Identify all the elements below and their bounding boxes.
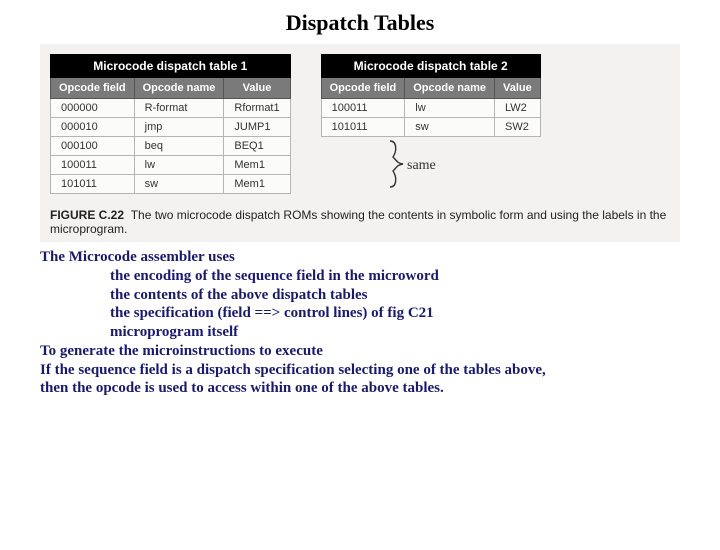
notes-line: then the opcode is used to access within…	[40, 380, 444, 396]
page-title: Dispatch Tables	[0, 10, 720, 36]
cell: 100011	[51, 156, 135, 175]
figure-area: Microcode dispatch table 1 Opcode field …	[40, 44, 680, 242]
cell: 000100	[51, 137, 135, 156]
cell: BEQ1	[224, 137, 290, 156]
cell: 101011	[51, 175, 135, 194]
table-row: Microcode dispatch table 2	[321, 55, 540, 78]
cell: sw	[134, 175, 224, 194]
notes-bullet: the specification (field ==> control lin…	[40, 304, 680, 323]
cell: lw	[405, 99, 495, 118]
notes-bullet: the contents of the above dispatch table…	[40, 286, 680, 305]
cell: jmp	[134, 118, 224, 137]
cell: Rformat1	[224, 99, 290, 118]
cell: 100011	[321, 99, 405, 118]
cell: LW2	[495, 99, 541, 118]
table-row: 000000 R-format Rformat1	[51, 99, 291, 118]
caption-text: The two microcode dispatch ROMs showing …	[50, 208, 666, 236]
table1-title: Microcode dispatch table 1	[51, 55, 291, 78]
cell: Mem1	[224, 175, 290, 194]
notes-bullet: the encoding of the sequence field in th…	[40, 267, 680, 286]
notes-block: The Microcode assembler uses the encodin…	[40, 248, 680, 398]
cell: 101011	[321, 118, 405, 137]
notes-line: The Microcode assembler uses	[40, 249, 235, 265]
table-row: 101011 sw Mem1	[51, 175, 291, 194]
table-row: 101011 sw SW2	[321, 118, 540, 137]
cell: Mem1	[224, 156, 290, 175]
col-header: Opcode name	[134, 78, 224, 99]
cell: 000000	[51, 99, 135, 118]
col-header: Opcode field	[321, 78, 405, 99]
table-row: 000010 jmp JUMP1	[51, 118, 291, 137]
cell: JUMP1	[224, 118, 290, 137]
table-row: 100011 lw LW2	[321, 99, 540, 118]
cell: beq	[134, 137, 224, 156]
cell: R-format	[134, 99, 224, 118]
table-row: Microcode dispatch table 1	[51, 55, 291, 78]
col-header: Value	[224, 78, 290, 99]
tables-row: Microcode dispatch table 1 Opcode field …	[50, 54, 670, 194]
table-row: 100011 lw Mem1	[51, 156, 291, 175]
col-header: Opcode name	[405, 78, 495, 99]
col-header: Value	[495, 78, 541, 99]
notes-bullet: microprogram itself	[40, 323, 680, 342]
caption-label: FIGURE C.22	[50, 208, 124, 222]
figure-caption: FIGURE C.22 The two microcode dispatch R…	[50, 208, 670, 236]
cell: sw	[405, 118, 495, 137]
table-row: 000100 beq BEQ1	[51, 137, 291, 156]
col-header: Opcode field	[51, 78, 135, 99]
notes-line: To generate the microinstructions to exe…	[40, 343, 323, 359]
table-row: Opcode field Opcode name Value	[51, 78, 291, 99]
cell: 000010	[51, 118, 135, 137]
page: Dispatch Tables Microcode dispatch table…	[0, 10, 720, 550]
cell: SW2	[495, 118, 541, 137]
dispatch-table-2: Microcode dispatch table 2 Opcode field …	[321, 54, 541, 137]
cell: lw	[134, 156, 224, 175]
table2-title: Microcode dispatch table 2	[321, 55, 540, 78]
notes-line: If the sequence field is a dispatch spec…	[40, 362, 546, 378]
table-row: Opcode field Opcode name Value	[321, 78, 540, 99]
dispatch-table-1: Microcode dispatch table 1 Opcode field …	[50, 54, 291, 194]
